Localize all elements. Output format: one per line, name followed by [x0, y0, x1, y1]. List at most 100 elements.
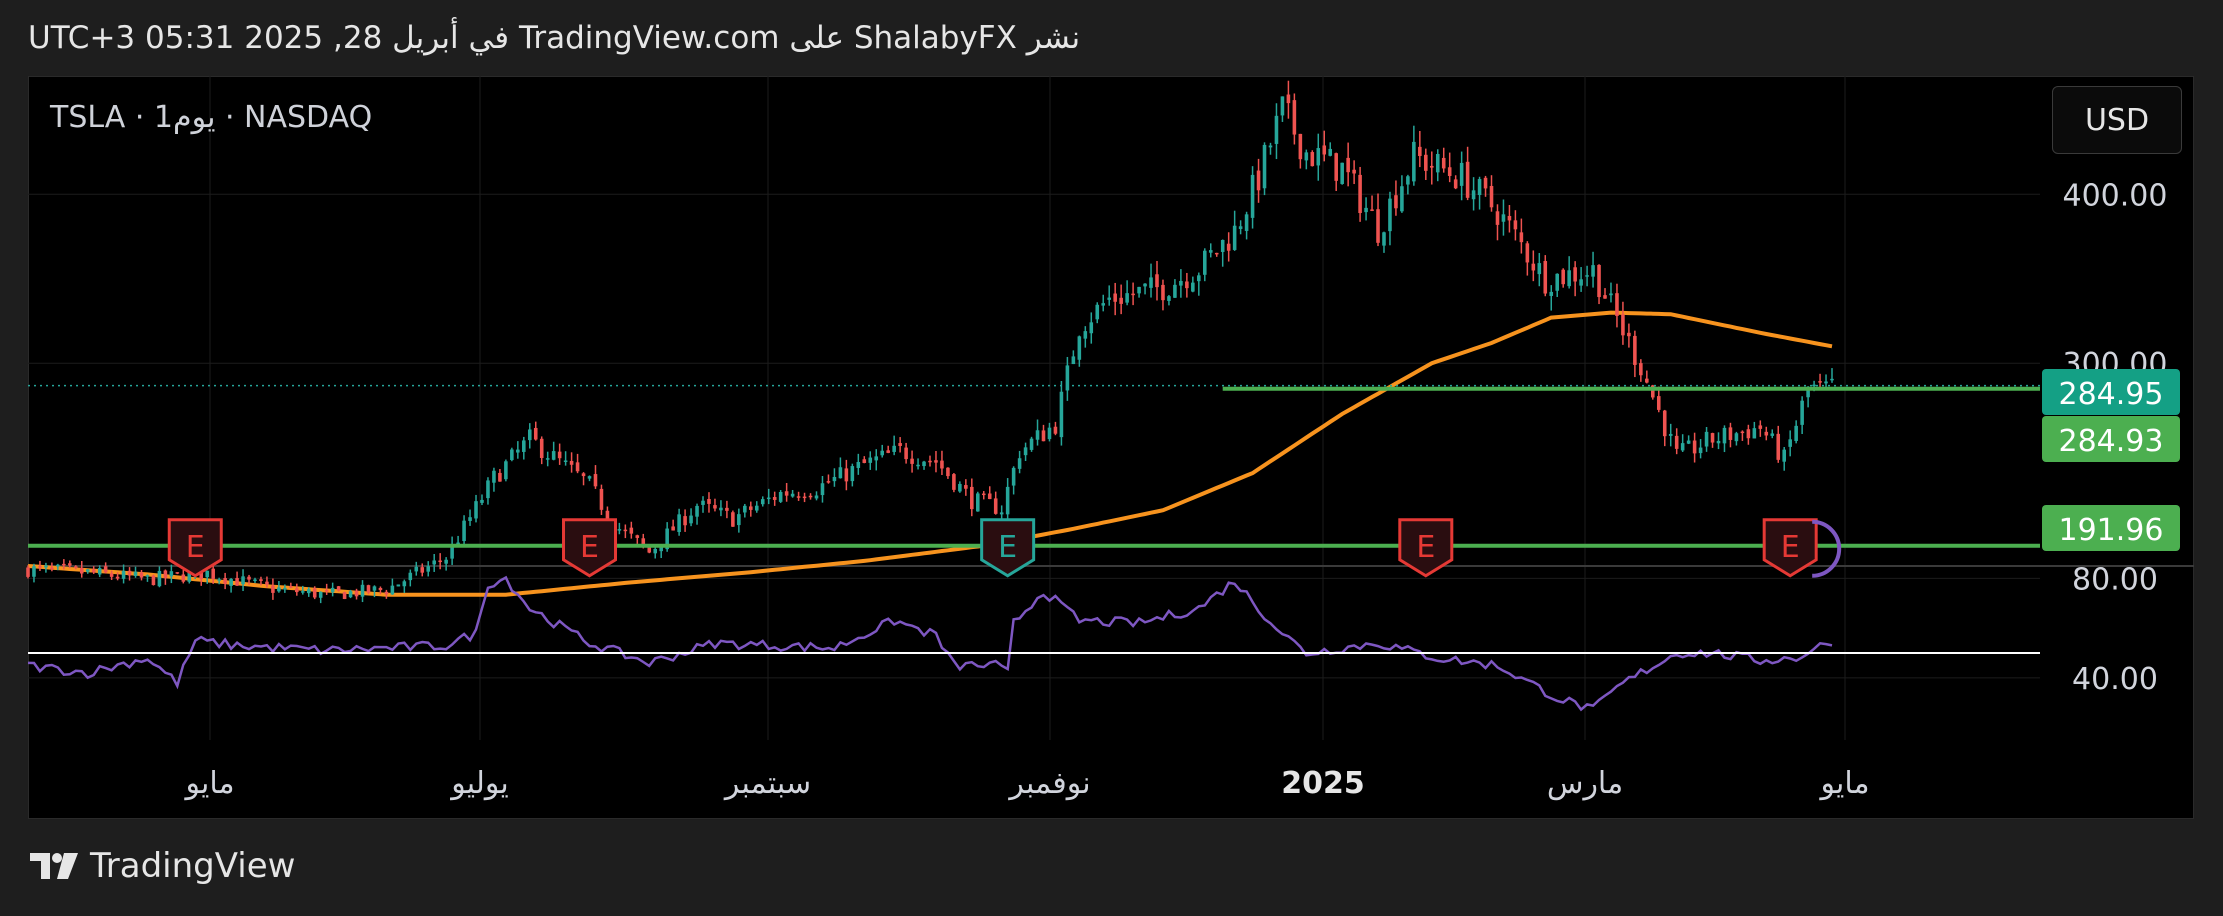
candle: [1764, 426, 1769, 441]
candle: [1071, 350, 1076, 365]
candle: [623, 524, 628, 539]
currency-button[interactable]: USD: [2052, 86, 2182, 154]
candle: [1406, 174, 1410, 195]
candle: [486, 477, 490, 505]
chart-canvas[interactable]: EEEEE 400.00300.0080.0040.00مايو يوليو سبت…: [0, 0, 2223, 916]
earnings-marker[interactable]: E: [1762, 518, 1818, 578]
candle: [593, 465, 598, 489]
candle: [289, 582, 293, 589]
candle: [318, 591, 323, 604]
candle: [223, 572, 227, 590]
candle: [527, 423, 532, 449]
moving-average-line: [27, 310, 1833, 597]
candle: [886, 445, 890, 454]
candle: [731, 510, 735, 527]
candle: [1824, 374, 1828, 388]
candle: [1776, 425, 1781, 463]
candle: [1161, 279, 1165, 311]
candle: [802, 492, 807, 503]
candle: [1674, 428, 1679, 455]
candle: [1627, 323, 1631, 348]
candle: [838, 457, 843, 479]
candle: [749, 501, 753, 517]
candle: [999, 505, 1004, 521]
candle: [1077, 335, 1082, 367]
candle: [1131, 282, 1135, 306]
candle: [492, 467, 496, 492]
candle: [1435, 149, 1440, 182]
candle: [1214, 252, 1219, 257]
time-axis-label: مايو: [183, 766, 234, 801]
candles-layer: [26, 80, 1834, 604]
rsi-layer: [27, 575, 2040, 712]
candle: [1746, 424, 1751, 445]
candle: [510, 447, 514, 462]
candle: [1149, 263, 1153, 298]
candle: [91, 566, 96, 574]
earnings-marker[interactable]: E: [562, 518, 618, 578]
candle: [1197, 272, 1201, 296]
candle: [683, 509, 687, 532]
candle: [1501, 199, 1506, 236]
candle: [1597, 264, 1601, 305]
candle: [151, 574, 156, 586]
candle: [1244, 211, 1249, 240]
candle: [1334, 152, 1338, 191]
candle: [1125, 280, 1129, 306]
level-price-tag-text: 284.93: [2059, 424, 2164, 459]
candle: [1041, 424, 1046, 442]
candle: [1202, 248, 1207, 282]
candle: [1686, 435, 1691, 445]
candle: [426, 561, 431, 577]
candle: [1591, 251, 1595, 288]
candle: [874, 449, 879, 471]
level-price-tag: 284.93: [2042, 416, 2180, 462]
candle: [1113, 282, 1117, 316]
candle: [987, 486, 992, 500]
candle: [964, 479, 968, 496]
candle: [826, 474, 831, 484]
candle: [737, 508, 741, 533]
candle: [444, 557, 448, 571]
candle: [450, 536, 454, 565]
candle: [462, 515, 466, 548]
rsi-axis-tick: 40.00: [2072, 662, 2158, 697]
candle: [1477, 176, 1482, 210]
candle: [1059, 381, 1064, 446]
candle: [1304, 149, 1309, 170]
candle: [1346, 142, 1350, 187]
candle: [1740, 430, 1745, 441]
time-axis-label: مارس: [1547, 766, 1623, 801]
candle: [850, 463, 855, 487]
candle: [1388, 191, 1392, 246]
candle: [1555, 273, 1560, 297]
earnings-marker[interactable]: E: [980, 518, 1036, 578]
time-axis-label: 2025: [1281, 766, 1365, 801]
earnings-marker[interactable]: E: [1398, 518, 1454, 578]
candle: [1179, 269, 1183, 298]
candle: [778, 490, 783, 503]
candle: [1023, 442, 1028, 461]
candle: [1794, 420, 1798, 444]
tradingview-logo[interactable]: TradingView: [28, 846, 295, 886]
candle: [1752, 421, 1757, 439]
candle: [814, 491, 819, 501]
candle: [1549, 285, 1554, 311]
candle: [1782, 446, 1786, 471]
candle: [1543, 255, 1548, 297]
rsi-line: [27, 575, 1833, 712]
last-price-tag: 284.95: [2042, 369, 2180, 415]
candle: [1716, 432, 1721, 450]
candle: [587, 475, 592, 482]
candle: [1441, 147, 1446, 173]
candle: [916, 458, 920, 470]
candle: [1453, 175, 1458, 190]
candle: [808, 493, 813, 500]
candle: [695, 503, 699, 525]
candle: [1662, 409, 1667, 447]
candle: [1668, 423, 1673, 447]
candle: [784, 482, 789, 502]
tradingview-brand: TradingView: [90, 846, 296, 886]
candle: [1722, 425, 1727, 453]
candle: [754, 501, 759, 513]
